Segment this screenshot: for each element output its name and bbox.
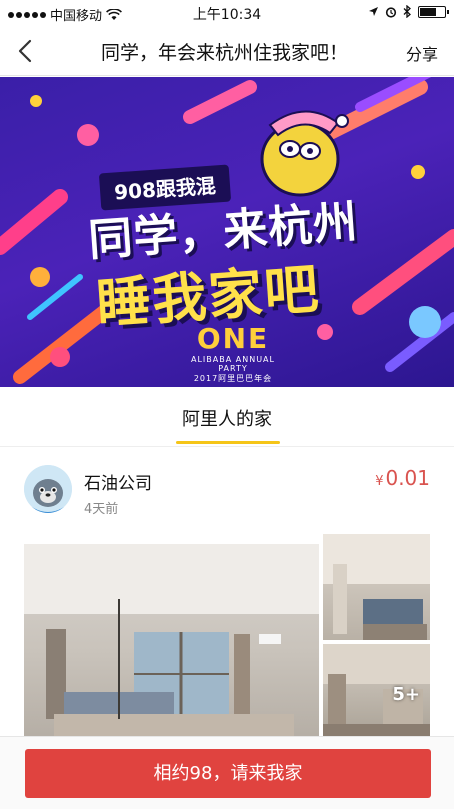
battery-icon (418, 5, 449, 18)
price-value: 0.01 (385, 466, 430, 490)
nav-bar: 同学，年会来杭州住我家吧！ 分享 (0, 26, 454, 76)
post-time: 4天前 (84, 502, 119, 517)
bottom-action-bar: 相约98，请来我家 (0, 736, 454, 809)
price-tag: ¥0.01 (375, 466, 430, 490)
page-title: 同学，年会来杭州住我家吧！ (100, 42, 348, 64)
status-bar: 中国移动 上午10:34 (0, 0, 454, 26)
share-button[interactable]: 分享 (406, 41, 438, 65)
photo-gallery: 5+ (24, 534, 430, 739)
page: 中国移动 上午10:34 同学，年会来杭州住我家吧！ 分享 908跟我混 同学，… (0, 0, 454, 809)
room-photo-secondary (323, 534, 430, 640)
currency-symbol: ¥ (375, 474, 384, 489)
tab-active-underline (176, 441, 280, 444)
photo-top-right[interactable] (323, 534, 430, 640)
photo-bottom-right[interactable]: 5+ (323, 644, 430, 739)
event-logo-mark: ONE (196, 322, 270, 355)
room-photo-main (24, 544, 319, 739)
invite-button[interactable]: 相约98，请来我家 (25, 749, 431, 798)
photo-main[interactable] (24, 544, 319, 739)
back-chevron-icon[interactable] (12, 37, 40, 65)
post-header: 石油公司 4天前 ¥0.01 (0, 460, 454, 520)
more-photos-badge[interactable]: 5+ (392, 684, 420, 705)
banner-image: 908跟我混 同学，来杭州 睡我家吧 ONE ALIBABA ANNUAL PA… (0, 77, 454, 387)
user-name[interactable]: 石油公司 (84, 469, 152, 494)
seal-avatar-icon (24, 465, 72, 513)
alarm-icon (385, 6, 397, 18)
tab-alibaba-homes[interactable]: 阿里人的家 (0, 405, 454, 431)
event-logo: ONE ALIBABA ANNUAL PARTY 2017阿里巴巴年会 (178, 322, 288, 384)
avatar[interactable] (24, 465, 72, 513)
banner-text: 908跟我混 同学，来杭州 睡我家吧 ONE ALIBABA ANNUAL PA… (0, 77, 454, 387)
bluetooth-icon (403, 5, 411, 18)
event-logo-caption: ALIBABA ANNUAL PARTY (191, 355, 275, 373)
location-icon (369, 7, 378, 16)
section-tab: 阿里人的家 (0, 387, 454, 447)
status-right (368, 5, 449, 18)
event-logo-year: 2017阿里巴巴年会 (193, 374, 273, 383)
